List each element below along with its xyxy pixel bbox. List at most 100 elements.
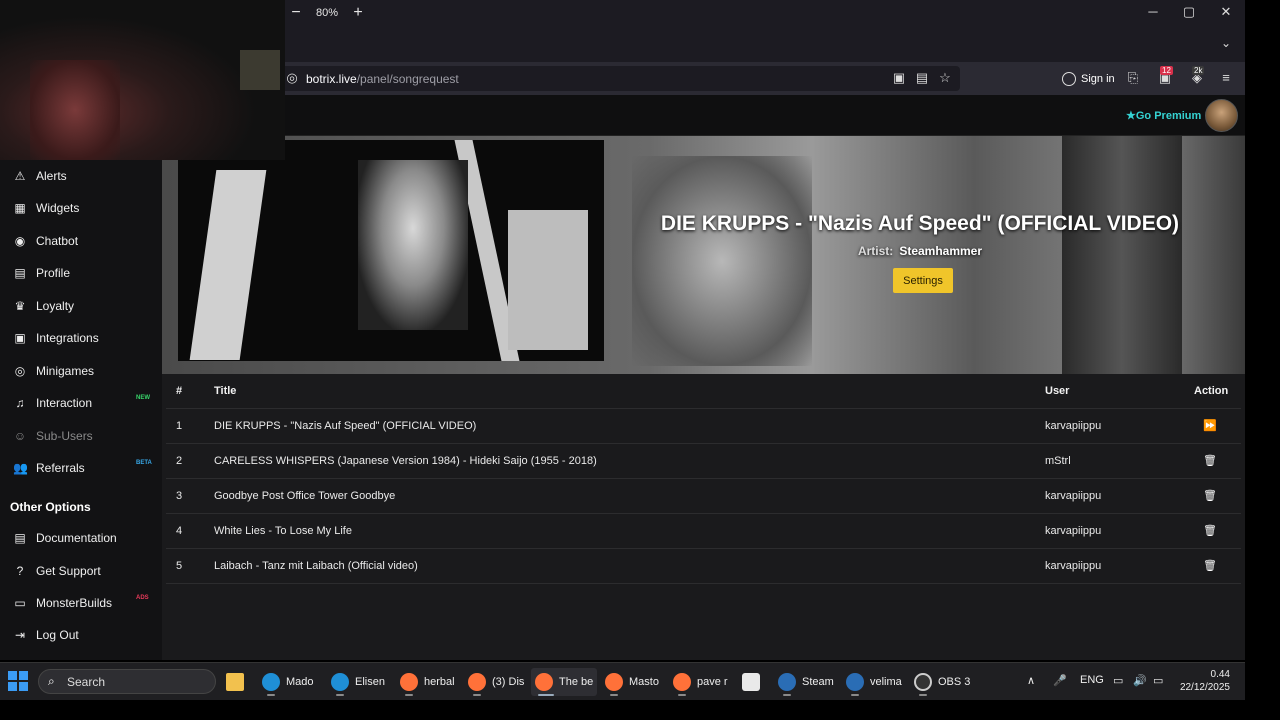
sidebar-item-minigames[interactable]: ◎ Minigames	[0, 356, 162, 386]
sidebar-item-referrals[interactable]: 👥 Referrals	[0, 453, 162, 483]
reader-view-icon[interactable]: ▤	[914, 70, 930, 86]
now-playing-title: DIE KRUPPS - "Nazis Auf Speed" (OFFICIAL…	[660, 212, 1180, 235]
extension-badge-2: 2k	[1192, 66, 1205, 75]
table-row: 4 White Lies - To Lose My Life karvapiip…	[166, 514, 1241, 549]
column-header-number: #	[176, 385, 183, 397]
zoom-in-button[interactable]: +	[352, 5, 364, 21]
firefox-icon	[535, 673, 553, 691]
taskbar-app-label: OBS 3	[938, 676, 971, 688]
running-indicator	[678, 694, 686, 696]
go-premium-link[interactable]: ★Go Premium	[1126, 109, 1201, 122]
url-text[interactable]: botrix.live/panel/songrequest	[306, 72, 459, 86]
taskbar-search-box[interactable]	[38, 669, 216, 694]
taskbar-app-firefox-1[interactable]: herbal	[400, 668, 455, 696]
settings-button[interactable]: Settings	[893, 268, 953, 293]
taskbar-app-obs[interactable]: OBS 3	[914, 668, 970, 696]
maximize-button[interactable]: ▢	[1179, 4, 1199, 20]
list-tabs-chevron-icon[interactable]: ⌄	[1221, 36, 1231, 50]
user-icon: ☺	[13, 429, 27, 443]
close-window-button[interactable]: ✕	[1216, 4, 1236, 20]
artist-name: Steamhammer	[899, 244, 983, 258]
taskbar-app-label: Steam	[802, 676, 834, 688]
taskbar-app-store[interactable]	[742, 668, 760, 696]
edge-icon	[331, 673, 349, 691]
zoom-out-button[interactable]: −	[290, 5, 302, 21]
taskbar-app-edge-2[interactable]: Elisen	[331, 668, 385, 696]
running-indicator	[336, 694, 344, 696]
input-language[interactable]: ENG	[1080, 674, 1104, 686]
trash-icon[interactable]: 🗑	[1203, 454, 1217, 467]
account-icon	[1062, 72, 1076, 86]
running-indicator	[783, 694, 791, 696]
taskbar-app-firefox-2[interactable]: (3) Dis	[468, 668, 524, 696]
sidebar-item-monsterbuilds[interactable]: ▭ MonsterBuilds	[0, 588, 162, 618]
sidebar-item-log-out[interactable]: ⇥ Log Out	[0, 620, 162, 650]
firefox-icon	[400, 673, 418, 691]
taskbar-app-firefox-3[interactable]: Masto	[605, 668, 659, 696]
running-indicator	[610, 694, 618, 696]
artist-label: Artist:	[857, 244, 894, 258]
clock-date: 22/12/2025	[1179, 682, 1230, 693]
gamepad-icon: ◎	[14, 364, 26, 378]
trash-icon[interactable]: 🗑	[1203, 524, 1217, 537]
sidebar-item-label: Sub-Users	[36, 429, 93, 443]
sidebar-item-documentation[interactable]: ▤ Documentation	[0, 523, 162, 553]
sidebar-item-sub-users[interactable]: ☺ Sub-Users	[0, 421, 162, 451]
row-user: karvapiippu	[1045, 525, 1102, 537]
taskbar-app-file-explorer[interactable]	[226, 668, 244, 696]
taskbar-app-steam-1[interactable]: Steam	[778, 668, 834, 696]
folder-icon	[226, 673, 244, 691]
row-title: CARELESS WHISPERS (Japanese Version 1984…	[214, 455, 597, 467]
extensions-icon[interactable]: ⎘	[1124, 70, 1142, 86]
taskbar-app-label: The be	[559, 676, 594, 688]
network-icon[interactable]: ▭	[1113, 674, 1123, 687]
video-player[interactable]	[178, 140, 604, 361]
sidebar-item-chatbot[interactable]: ◉ Chatbot	[0, 226, 162, 256]
app-menu-icon[interactable]: ≡	[1217, 70, 1235, 86]
taskbar-app-firefox-4[interactable]: pave r	[673, 668, 728, 696]
site-header	[160, 95, 1245, 136]
warning-icon: ⚠	[14, 169, 26, 183]
bookmark-star-icon[interactable]: ☆	[937, 70, 953, 86]
sidebar-item-label: Loyalty	[36, 299, 75, 313]
sidebar-item-get-support[interactable]: ? Get Support	[0, 556, 162, 586]
tracking-protection-icon[interactable]: ◎	[284, 70, 300, 86]
user-avatar[interactable]	[1205, 99, 1238, 132]
taskbar-app-firefox-active[interactable]: The be	[531, 668, 598, 696]
sidebar-item-label: Profile	[36, 266, 71, 280]
sidebar-item-loyalty[interactable]: ♛ Loyalty	[0, 291, 162, 321]
sidebar-item-profile[interactable]: ▤ Profile	[0, 258, 162, 288]
row-number: 4	[176, 525, 183, 537]
picture-in-picture-icon[interactable]: ▣	[891, 70, 907, 86]
volume-icon[interactable]: 🔊	[1133, 674, 1147, 687]
new-badge: NEW	[136, 395, 150, 401]
taskbar-app-label: pave r	[697, 676, 728, 688]
trash-icon[interactable]: 🗑	[1203, 489, 1217, 502]
firefox-icon	[605, 673, 623, 691]
sidebar-item-interaction[interactable]: ♫ Interaction	[0, 388, 162, 418]
taskbar-app-edge-1[interactable]: Mado	[262, 668, 314, 696]
taskbar-app-label: Mado	[286, 676, 314, 688]
microphone-icon[interactable]: 🎤	[1053, 674, 1067, 687]
taskbar-clock[interactable]: 0.44 22/12/2025	[1170, 668, 1230, 694]
tray-overflow-chevron-icon[interactable]: ∧	[1027, 674, 1035, 687]
table-header-row: # Title User Action	[166, 374, 1241, 409]
minimize-button[interactable]: ─	[1143, 4, 1163, 19]
windows-start-icon[interactable]	[8, 671, 28, 691]
row-title: Goodbye Post Office Tower Goodbye	[214, 490, 396, 502]
sidebar-item-integrations[interactable]: ▣ Integrations	[0, 323, 162, 353]
sidebar-item-label: Get Support	[36, 564, 101, 578]
logout-icon: ⇥	[14, 628, 26, 642]
skip-forward-icon[interactable]: ⏩	[1203, 419, 1217, 432]
steam-icon	[846, 673, 864, 691]
trash-icon[interactable]: 🗑	[1203, 559, 1217, 572]
sidebar-item-label: Referrals	[36, 461, 85, 475]
sign-in-button[interactable]: Sign in	[1058, 69, 1119, 89]
row-number: 1	[176, 420, 183, 432]
battery-icon[interactable]: ▭	[1153, 674, 1163, 687]
sidebar-item-label: Widgets	[36, 201, 80, 215]
zoom-level[interactable]: 80%	[316, 7, 338, 19]
taskbar-app-steam-2[interactable]: velima	[846, 668, 902, 696]
sidebar-item-alerts[interactable]: ⚠ Alerts	[0, 161, 162, 191]
sidebar-item-widgets[interactable]: ▦ Widgets	[0, 193, 162, 223]
